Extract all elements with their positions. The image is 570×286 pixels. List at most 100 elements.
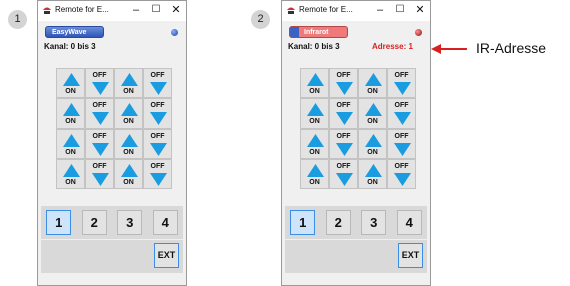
- title-bar: Remote for E... – ☐ ✕: [282, 1, 430, 21]
- ext-button[interactable]: EXT: [398, 243, 423, 268]
- arrow-down-icon: [92, 172, 109, 186]
- switch-off-button[interactable]: OFF: [329, 128, 358, 159]
- off-label: OFF: [150, 72, 165, 79]
- arrow-down-icon: [394, 82, 411, 95]
- switch-on-button[interactable]: ON: [114, 98, 143, 129]
- switch-off-button[interactable]: OFF: [85, 68, 114, 99]
- close-button[interactable]: ✕: [412, 3, 428, 17]
- status-led-icon: [415, 29, 422, 36]
- switch-on-button[interactable]: ON: [114, 128, 143, 159]
- easywave-remote-window: Remote for E... – ☐ ✕ EasyWave Kanal: 0 …: [37, 0, 187, 286]
- arrow-up-icon: [121, 163, 138, 177]
- on-label: ON: [367, 88, 378, 95]
- arrow-down-icon: [394, 172, 411, 186]
- arrow-down-icon: [92, 82, 109, 95]
- ext-button[interactable]: EXT: [154, 243, 179, 268]
- switch-on-button[interactable]: ON: [56, 128, 85, 159]
- on-label: ON: [309, 178, 320, 186]
- channel-button-3[interactable]: 3: [361, 210, 387, 235]
- switch-on-button[interactable]: ON: [300, 98, 329, 129]
- channel-button-4[interactable]: 4: [152, 210, 178, 235]
- switch-off-button[interactable]: OFF: [329, 158, 358, 189]
- channel-selector: 1 2 3 4: [41, 206, 183, 239]
- off-label: OFF: [394, 132, 409, 140]
- switch-on-button[interactable]: ON: [300, 158, 329, 189]
- switch-on-button[interactable]: ON: [56, 158, 85, 189]
- app-icon: [287, 7, 295, 14]
- mode-toggle-infrarot[interactable]: Infrarot: [289, 26, 348, 38]
- arrow-down-icon: [150, 142, 167, 156]
- on-label: ON: [309, 118, 320, 126]
- switch-off-button[interactable]: OFF: [329, 98, 358, 129]
- arrow-up-icon: [307, 133, 324, 147]
- switch-off-button[interactable]: OFF: [387, 68, 416, 99]
- switch-on-button[interactable]: ON: [358, 158, 387, 189]
- ir-address-callout: IR-Adresse: [476, 40, 547, 56]
- channel-button-1[interactable]: 1: [46, 210, 72, 235]
- switch-on-button[interactable]: ON: [56, 68, 85, 99]
- switch-on-button[interactable]: ON: [300, 68, 329, 99]
- arrow-down-icon: [92, 142, 109, 156]
- close-button[interactable]: ✕: [168, 3, 184, 17]
- switch-off-button[interactable]: OFF: [143, 128, 172, 159]
- maximize-button[interactable]: ☐: [392, 3, 408, 17]
- off-label: OFF: [336, 102, 351, 110]
- on-label: ON: [123, 118, 134, 126]
- off-label: OFF: [92, 162, 107, 170]
- arrow-down-icon: [150, 82, 167, 95]
- off-label: OFF: [336, 132, 351, 140]
- callout-arrow-icon: [431, 44, 467, 54]
- switch-off-button[interactable]: OFF: [85, 128, 114, 159]
- on-label: ON: [65, 148, 76, 156]
- switch-on-button[interactable]: ON: [114, 158, 143, 189]
- switch-off-button[interactable]: OFF: [143, 68, 172, 99]
- arrow-up-icon: [307, 103, 324, 117]
- minimize-button[interactable]: –: [372, 3, 388, 17]
- switch-off-button[interactable]: OFF: [85, 98, 114, 129]
- switch-button-grid: ON OFF ON OFF ON OFF ON OFF ON OFF ON OFF ON OFF ON OFF: [300, 68, 416, 189]
- on-label: ON: [309, 88, 320, 95]
- channel-button-2[interactable]: 2: [325, 210, 351, 235]
- title-bar: Remote for E... – ☐ ✕: [38, 1, 186, 21]
- channel-button-1[interactable]: 1: [290, 210, 316, 235]
- arrow-up-icon: [365, 133, 382, 147]
- window-title: Remote for E...: [55, 5, 109, 14]
- on-label: ON: [367, 178, 378, 186]
- arrow-down-icon: [336, 112, 353, 126]
- switch-on-button[interactable]: ON: [358, 128, 387, 159]
- status-led-icon: [171, 29, 178, 36]
- switch-on-button[interactable]: ON: [358, 98, 387, 129]
- on-label: ON: [123, 148, 134, 156]
- switch-off-button[interactable]: OFF: [143, 98, 172, 129]
- kanal-label: Kanal: 0 bis 3: [44, 42, 96, 51]
- arrow-up-icon: [307, 73, 324, 86]
- switch-off-button[interactable]: OFF: [85, 158, 114, 189]
- minimize-button[interactable]: –: [128, 3, 144, 17]
- switch-on-button[interactable]: ON: [114, 68, 143, 99]
- switch-off-button[interactable]: OFF: [143, 158, 172, 189]
- off-label: OFF: [150, 102, 165, 110]
- arrow-up-icon: [121, 133, 138, 147]
- mode-toggle-easywave[interactable]: EasyWave: [45, 26, 104, 38]
- switch-off-button[interactable]: OFF: [387, 98, 416, 129]
- switch-off-button[interactable]: OFF: [387, 158, 416, 189]
- on-label: ON: [123, 88, 134, 95]
- channel-button-2[interactable]: 2: [81, 210, 107, 235]
- off-label: OFF: [92, 102, 107, 110]
- switch-off-button[interactable]: OFF: [387, 128, 416, 159]
- channel-button-3[interactable]: 3: [117, 210, 143, 235]
- on-label: ON: [367, 118, 378, 126]
- ext-bar: EXT: [285, 240, 427, 273]
- arrow-up-icon: [121, 103, 138, 117]
- switch-on-button[interactable]: ON: [300, 128, 329, 159]
- maximize-button[interactable]: ☐: [148, 3, 164, 17]
- off-label: OFF: [336, 162, 351, 170]
- switch-off-button[interactable]: OFF: [329, 68, 358, 99]
- switch-on-button[interactable]: ON: [56, 98, 85, 129]
- off-label: OFF: [394, 162, 409, 170]
- off-label: OFF: [394, 72, 409, 79]
- arrow-down-icon: [336, 142, 353, 156]
- switch-on-button[interactable]: ON: [358, 68, 387, 99]
- channel-selector: 1 2 3 4: [285, 206, 427, 239]
- channel-button-4[interactable]: 4: [396, 210, 422, 235]
